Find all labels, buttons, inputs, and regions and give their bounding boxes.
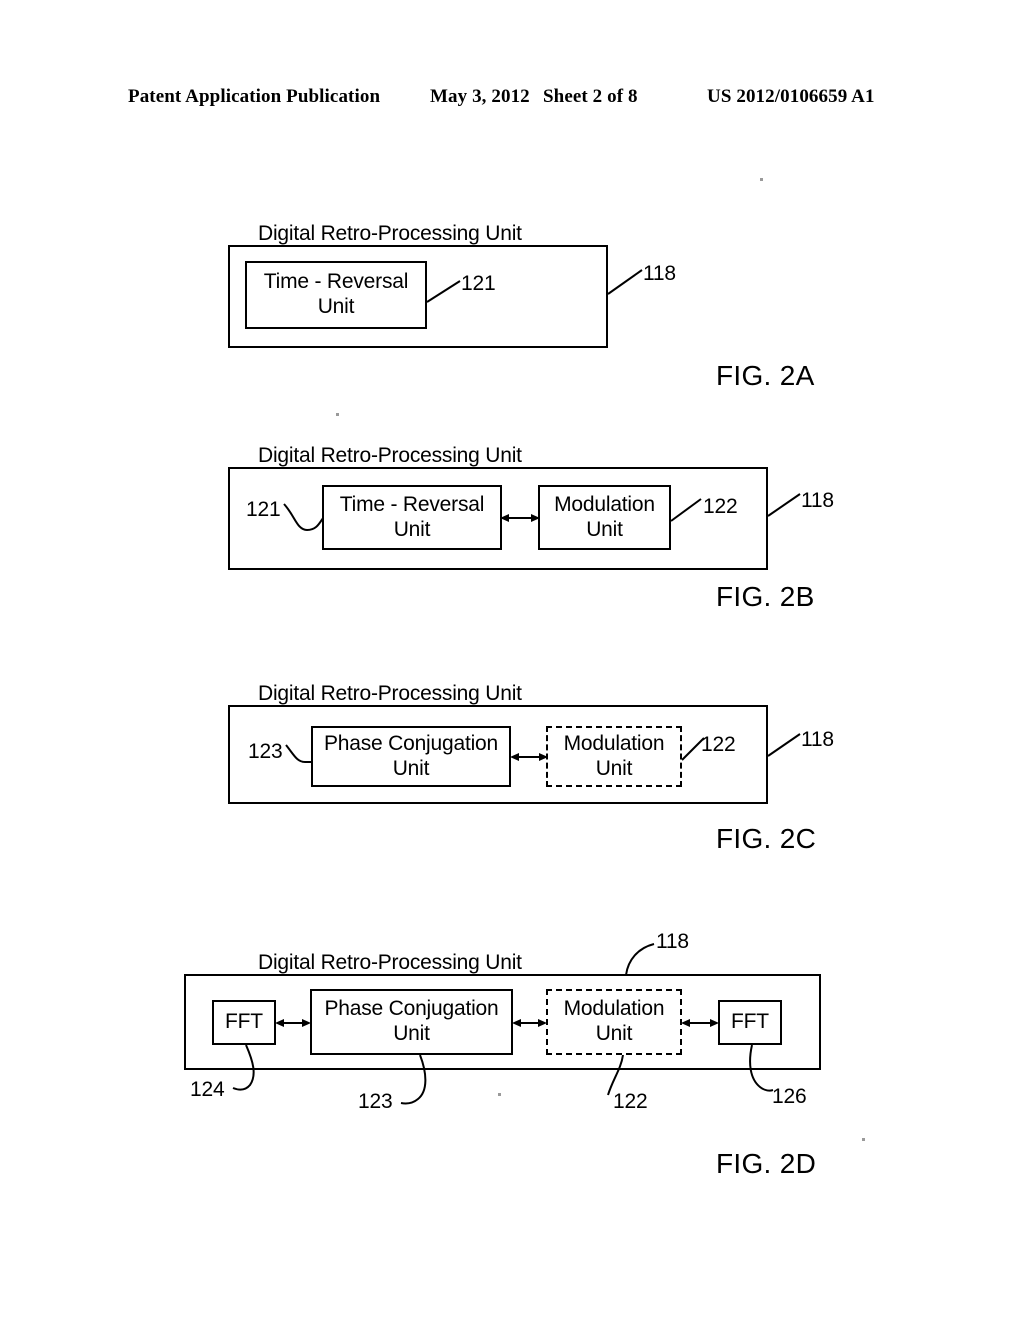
figure-2d-block-label: FFT [225, 1010, 263, 1034]
page-speck [498, 1093, 501, 1096]
figure-2d-enclosure-label: Digital Retro-Processing Unit [258, 951, 522, 974]
figure-2d-ref-124: 124 [190, 1078, 225, 1101]
figure-2b-ref-121: 121 [246, 498, 281, 521]
figure-2b-ref-118: 118 [801, 489, 834, 512]
figure-2a-enclosure-label: Digital Retro-Processing Unit [258, 222, 522, 245]
page-speck [862, 1138, 865, 1141]
figure-2c-modulation-unit: Modulation Unit [546, 726, 682, 787]
figure-2b-time-reversal-unit: Time - Reversal Unit [322, 485, 502, 550]
figure-2c-ref-122: 122 [701, 733, 736, 756]
figure-2a-ref-121: 121 [461, 272, 496, 295]
figure-2d-fft-output-block: FFT [718, 1000, 782, 1045]
figure-2d-ref-123: 123 [358, 1090, 393, 1113]
patent-header: Patent Application Publication May 3, 20… [0, 86, 1024, 116]
figure-2d-block-label: FFT [731, 1010, 769, 1034]
figure-2b-modulation-unit: Modulation Unit [538, 485, 671, 550]
figure-2b-ref-122: 122 [703, 495, 738, 518]
figure-2c-enclosure-label: Digital Retro-Processing Unit [258, 682, 522, 705]
header-publication-text: Patent Application Publication [128, 86, 381, 107]
figure-2c-phase-conjugation-unit: Phase Conjugation Unit [311, 726, 511, 787]
header-sheet-text: Sheet 2 of 8 [543, 86, 638, 107]
figure-2d-modulation-unit: Modulation Unit [546, 989, 682, 1055]
figure-2b-enclosure-label: Digital Retro-Processing Unit [258, 444, 522, 467]
figure-2d-phase-conjugation-unit: Phase Conjugation Unit [310, 989, 513, 1055]
figure-2c-ref-118: 118 [801, 728, 834, 751]
figure-2d-ref-126: 126 [772, 1085, 807, 1108]
figure-2d-fft-input-block: FFT [212, 1000, 276, 1045]
figure-2a-caption: FIG. 2A [716, 360, 815, 391]
figure-2d-caption: FIG. 2D [716, 1148, 817, 1179]
header-date-text: May 3, 2012 [430, 86, 530, 107]
figure-2d-block-label: Modulation Unit [563, 997, 665, 1045]
figure-2a-ref-118: 118 [643, 262, 676, 285]
figure-2c-ref-123: 123 [248, 740, 283, 763]
figure-2b-block-label: Modulation Unit [554, 492, 655, 541]
figure-2d-ref-118: 118 [656, 930, 689, 953]
figure-2c-block-label: Modulation Unit [563, 731, 665, 780]
figure-2d-block-label: Phase Conjugation Unit [324, 997, 499, 1045]
header-publication-number: US 2012/0106659 A1 [707, 86, 875, 107]
figure-2a-time-reversal-unit: Time - Reversal Unit [245, 261, 427, 329]
figure-2a-block-label: Time - Reversal Unit [263, 270, 409, 318]
figure-2b-caption: FIG. 2B [716, 581, 815, 612]
figure-2b-block-label: Time - Reversal Unit [339, 492, 485, 541]
page-speck [760, 178, 763, 181]
figure-2c-block-label: Phase Conjugation Unit [323, 731, 499, 780]
figure-2c-caption: FIG. 2C [716, 823, 817, 854]
page-speck [336, 413, 339, 416]
figure-2d-ref-122: 122 [613, 1090, 648, 1113]
